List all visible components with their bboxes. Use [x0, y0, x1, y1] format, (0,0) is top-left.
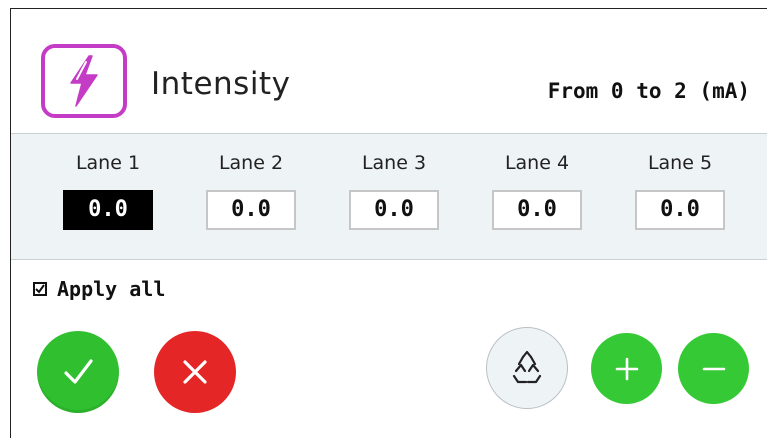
lane-1: Lane 1 0.0: [53, 150, 163, 230]
apply-all-toggle[interactable]: Apply all: [33, 277, 165, 301]
lane-5-input[interactable]: 0.0: [635, 190, 725, 230]
apply-all-checkbox[interactable]: [33, 282, 47, 296]
intensity-dialog: Intensity From 0 to 2 (mA) Lane 1 0.0 La…: [10, 8, 767, 438]
cancel-button[interactable]: [154, 331, 236, 413]
lane-4-input[interactable]: 0.0: [492, 190, 582, 230]
lightning-icon: [41, 44, 127, 118]
lane-5: Lane 5 0.0: [625, 150, 735, 230]
apply-all-label: Apply all: [57, 277, 166, 301]
confirm-button[interactable]: [37, 331, 119, 413]
lane-label: Lane 1: [75, 152, 141, 174]
lane-label: Lane 2: [218, 152, 284, 174]
decrement-button[interactable]: [678, 333, 749, 404]
lane-2-input[interactable]: 0.0: [206, 190, 296, 230]
lane-label: Lane 3: [361, 152, 427, 174]
lanes-panel: Lane 1 0.0 Lane 2 0.0 Lane 3 0.0 Lane 4 …: [11, 133, 767, 260]
lane-3-input[interactable]: 0.0: [349, 190, 439, 230]
recycle-icon: [512, 350, 542, 384]
plus-icon: [615, 357, 638, 380]
increment-button[interactable]: [591, 333, 662, 404]
range-hint: From 0 to 2 (mA): [547, 79, 750, 103]
checkmark-icon: [64, 359, 93, 384]
lane-3: Lane 3 0.0: [339, 150, 449, 230]
dialog-header: Intensity From 0 to 2 (mA): [11, 9, 767, 133]
lane-2: Lane 2 0.0: [196, 150, 306, 230]
close-icon: [183, 360, 207, 384]
lane-4: Lane 4 0.0: [482, 150, 592, 230]
page-title: Intensity: [151, 66, 291, 102]
reset-button[interactable]: [486, 327, 568, 409]
minus-icon: [702, 367, 725, 370]
lane-label: Lane 4: [504, 152, 570, 174]
lane-1-input[interactable]: 0.0: [63, 190, 153, 230]
lane-label: Lane 5: [647, 152, 713, 174]
